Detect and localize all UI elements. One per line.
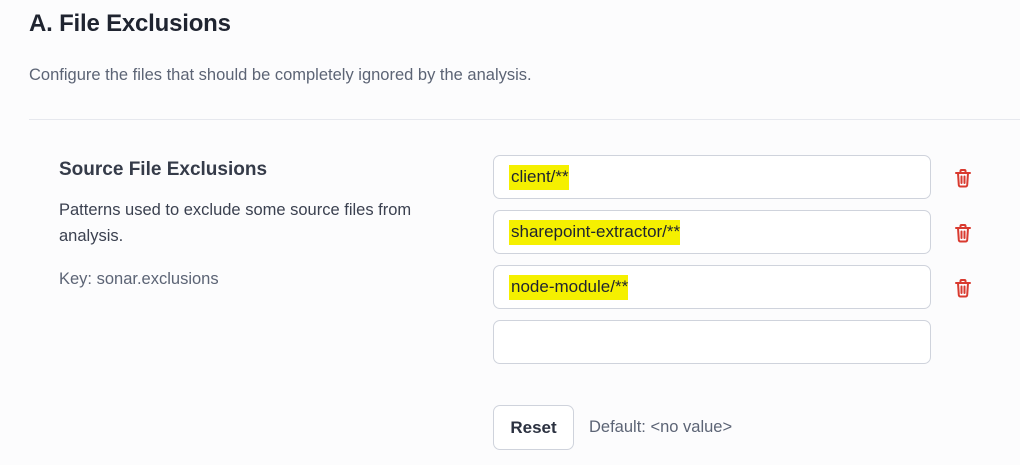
exclusion-value-input[interactable]: sharepoint-extractor/**: [493, 210, 931, 254]
trash-icon: [955, 169, 971, 188]
exclusion-value-input[interactable]: node-module/**: [493, 265, 931, 309]
setting-description: Patterns used to exclude some source fil…: [59, 201, 412, 245]
settings-page: A. File Exclusions Configure the files t…: [0, 0, 1020, 465]
reset-button[interactable]: Reset: [493, 405, 574, 450]
section-description: Configure the files that should be compl…: [29, 66, 532, 84]
setting-name: Source File Exclusions: [59, 159, 268, 180]
new-exclusion-value-input[interactable]: [493, 320, 931, 364]
default-value-text: Default: <no value>: [589, 418, 733, 436]
setting-key: Key: sonar.exclusions: [59, 270, 219, 288]
exclusion-value-text: sharepoint-extractor/**: [509, 219, 681, 245]
delete-value-button[interactable]: [951, 221, 975, 245]
section-title: A. File Exclusions: [29, 10, 231, 37]
delete-value-button[interactable]: [951, 166, 975, 190]
divider: [29, 119, 1020, 120]
trash-icon: [955, 279, 971, 298]
delete-value-button[interactable]: [951, 276, 975, 300]
exclusion-value-text: node-module/**: [509, 274, 629, 300]
exclusion-value-text: client/**: [509, 164, 569, 190]
exclusion-value-input[interactable]: client/**: [493, 155, 931, 199]
trash-icon: [955, 224, 971, 243]
